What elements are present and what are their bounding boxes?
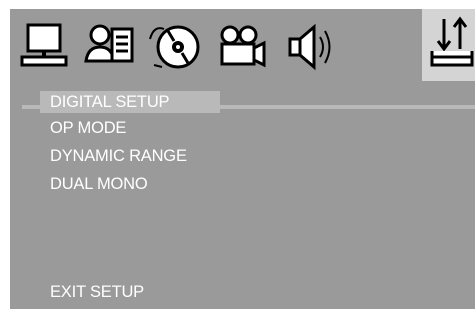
monitor-icon bbox=[20, 23, 68, 67]
digital-arrows-icon bbox=[430, 16, 474, 67]
tab-audio[interactable] bbox=[280, 17, 336, 77]
tab-video[interactable] bbox=[214, 17, 270, 77]
menu-item-exit-setup[interactable]: EXIT SETUP bbox=[50, 283, 144, 302]
tab-general[interactable] bbox=[16, 17, 72, 77]
menu-item-dynamic-range[interactable]: DYNAMIC RANGE bbox=[50, 147, 187, 166]
camera-icon bbox=[220, 25, 266, 68]
menu-item-op-mode[interactable]: OP MODE bbox=[50, 119, 126, 138]
setup-screen: DIGITAL SETUP OP MODE DYNAMIC RANGE DUAL… bbox=[10, 9, 475, 309]
menu-item-dual-mono[interactable]: DUAL MONO bbox=[50, 175, 148, 194]
tab-language[interactable] bbox=[82, 17, 138, 77]
tab-digital[interactable] bbox=[422, 9, 475, 81]
menu-header-digital-setup[interactable]: DIGITAL SETUP bbox=[40, 91, 220, 113]
disc-icon bbox=[149, 25, 200, 69]
language-icon bbox=[84, 24, 134, 63]
setup-toolbar bbox=[10, 9, 475, 89]
speaker-icon bbox=[288, 23, 331, 71]
tab-disc[interactable] bbox=[148, 17, 204, 77]
